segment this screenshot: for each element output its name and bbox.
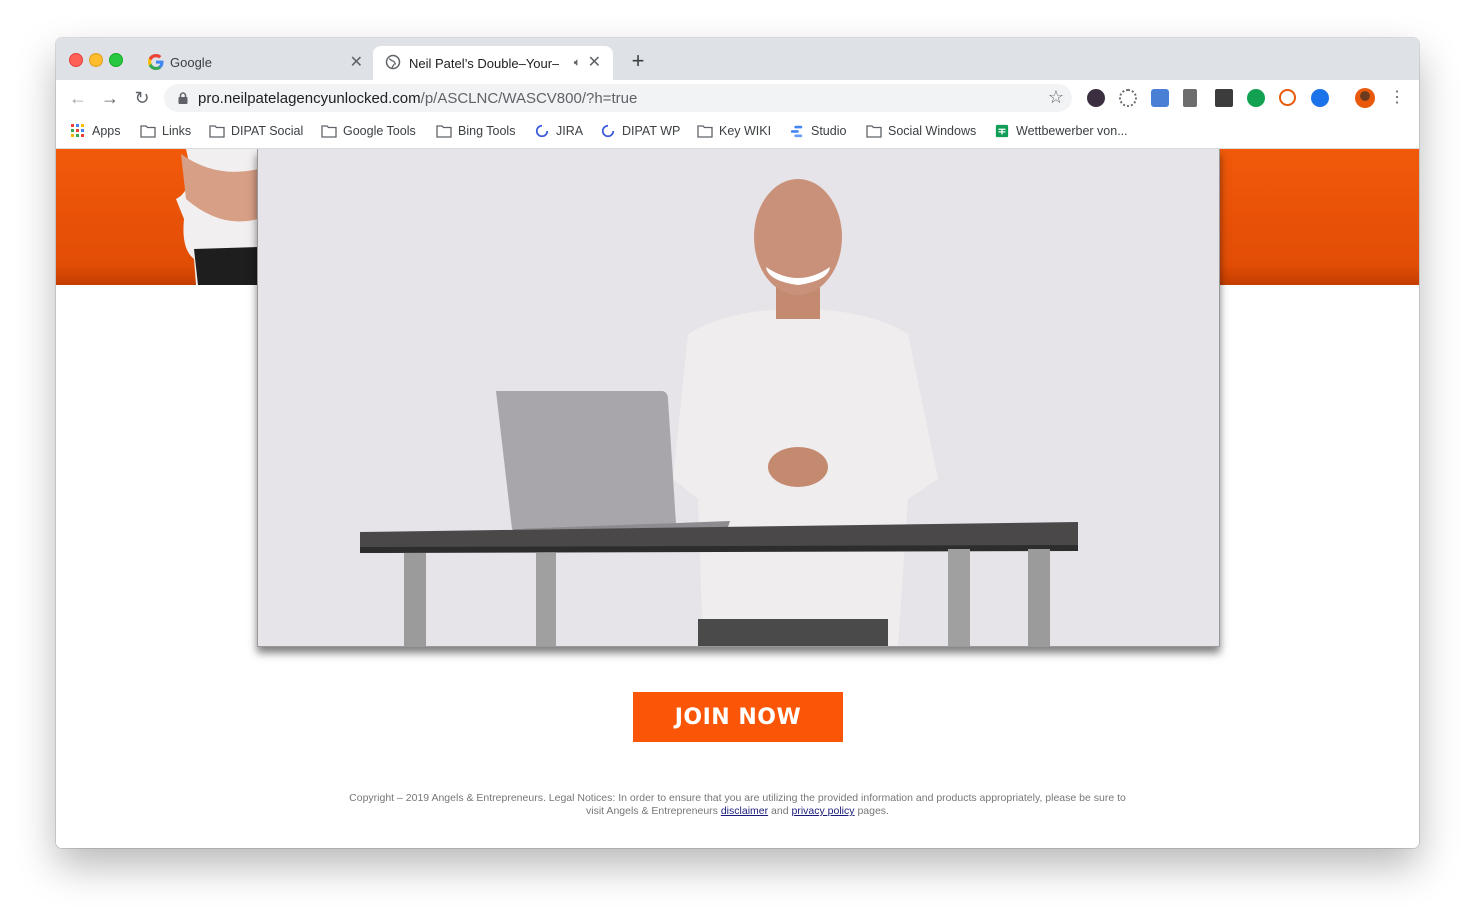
- globe-icon: [385, 54, 401, 70]
- bookmark-label: Apps: [92, 124, 121, 138]
- url-path: /p/ASCLNC/WASCV800/?h=true: [420, 90, 638, 107]
- bookmark-label: Google Tools: [343, 124, 416, 138]
- browser-toolbar: ← → ↻ pro.neilpatelagencyunlocked.com/p/…: [56, 80, 1419, 116]
- footer-end: pages.: [857, 805, 889, 817]
- speaker-icon[interactable]: 🔈︎: [574, 55, 581, 70]
- bookmark-links[interactable]: Links: [140, 124, 191, 138]
- sheets-icon: [995, 124, 1009, 138]
- tab-title: Google: [170, 55, 212, 70]
- bookmark-star-icon[interactable]: ☆: [1048, 87, 1064, 108]
- bookmark-studio[interactable]: Studio: [789, 124, 846, 138]
- loading-icon: [601, 124, 615, 138]
- menu-dots-icon[interactable]: ⋮: [1389, 88, 1405, 108]
- footer-legal: Copyright – 2019 Angels & Entrepreneurs.…: [346, 792, 1129, 818]
- tab-close-icon[interactable]: ✕: [588, 52, 601, 72]
- extension-puzzle-icon[interactable]: [1183, 89, 1197, 107]
- new-tab-button[interactable]: +: [626, 48, 650, 74]
- bookmark-label: Social Windows: [888, 124, 977, 138]
- studio-icon: [790, 125, 803, 138]
- loading-icon: [535, 124, 549, 138]
- extension-chat-icon[interactable]: [1247, 89, 1265, 107]
- hero-person-image: [176, 149, 258, 285]
- folder-icon: [209, 125, 225, 138]
- tab-neil-patel[interactable]: Neil Patel’s Double–Your–T 🔈︎ ✕: [373, 46, 613, 80]
- bookmark-key-wiki[interactable]: Key WIKI: [697, 124, 771, 138]
- folder-icon: [321, 125, 337, 138]
- bookmark-label: JIRA: [556, 124, 584, 138]
- bookmark-label: Studio: [811, 124, 847, 138]
- bookmark-social-windows[interactable]: Social Windows: [866, 124, 976, 138]
- extension-m-icon[interactable]: [1215, 89, 1233, 107]
- url-host: pro.neilpatelagencyunlocked.com: [198, 90, 421, 107]
- bookmark-label: DIPAT WP: [622, 124, 681, 138]
- tab-title: Neil Patel’s Double–Your–T: [409, 56, 559, 71]
- bookmark-google-tools[interactable]: Google Tools: [321, 124, 416, 138]
- bookmark-bing-tools[interactable]: Bing Tools: [436, 124, 515, 138]
- bookmark-label: Key WIKI: [719, 124, 772, 138]
- disclaimer-link[interactable]: disclaimer: [721, 805, 768, 817]
- bookmark-wettbewerber[interactable]: Wettbewerber von...: [994, 124, 1128, 138]
- back-icon[interactable]: ←: [66, 86, 90, 110]
- window-maximize-button[interactable]: [109, 53, 123, 67]
- tab-close-icon[interactable]: ✕: [350, 52, 363, 72]
- window-close-button[interactable]: [69, 53, 83, 67]
- folder-icon: [436, 125, 452, 138]
- footer-and: and: [771, 805, 789, 817]
- folder-icon: [697, 125, 713, 138]
- bookmark-dipat-social[interactable]: DIPAT Social: [209, 124, 303, 138]
- forward-icon[interactable]: →: [98, 86, 122, 110]
- extension-k-icon[interactable]: [1087, 89, 1105, 107]
- bookmark-label: Wettbewerber von...: [1016, 124, 1128, 138]
- folder-icon: [140, 125, 156, 138]
- bookmark-jira[interactable]: JIRA: [534, 124, 583, 138]
- bookmark-dipat-wp[interactable]: DIPAT WP: [600, 124, 680, 138]
- window-minimize-button[interactable]: [89, 53, 103, 67]
- privacy-policy-link[interactable]: privacy policy: [791, 805, 854, 817]
- extension-calendar-icon[interactable]: [1151, 89, 1169, 107]
- join-now-button[interactable]: JOIN NOW: [633, 692, 843, 742]
- presenter-video-frame: [258, 149, 1219, 646]
- browser-window: Google ✕ Neil Patel’s Double–Your–T 🔈︎ ✕…: [56, 38, 1419, 848]
- tab-strip: Google ✕ Neil Patel’s Double–Your–T 🔈︎ ✕…: [56, 38, 1419, 80]
- google-favicon-icon: [148, 54, 164, 70]
- lock-icon: [178, 92, 188, 104]
- url-text: pro.neilpatelagencyunlocked.com/p/ASCLNC…: [198, 90, 637, 107]
- apps-grid-icon: [71, 124, 84, 137]
- bookmarks-bar: Apps Links DIPAT Social Google Tools Bin…: [56, 116, 1419, 149]
- extension-ring-icon[interactable]: [1279, 89, 1296, 106]
- folder-icon: [866, 125, 882, 138]
- video-player[interactable]: [257, 149, 1220, 647]
- bookmark-label: DIPAT Social: [231, 124, 304, 138]
- profile-avatar[interactable]: [1355, 88, 1375, 108]
- extension-gear-icon[interactable]: [1119, 89, 1137, 107]
- bookmark-apps[interactable]: Apps: [70, 124, 121, 138]
- bookmark-label: Bing Tools: [458, 124, 516, 138]
- tab-google[interactable]: Google ✕: [140, 38, 373, 80]
- reload-icon[interactable]: ↻: [130, 86, 154, 110]
- address-bar[interactable]: pro.neilpatelagencyunlocked.com/p/ASCLNC…: [164, 84, 1072, 112]
- extension-1password-icon[interactable]: [1311, 89, 1329, 107]
- page-content: JOIN NOW Copyright – 2019 Angels & Entre…: [56, 149, 1419, 848]
- bookmark-label: Links: [162, 124, 192, 138]
